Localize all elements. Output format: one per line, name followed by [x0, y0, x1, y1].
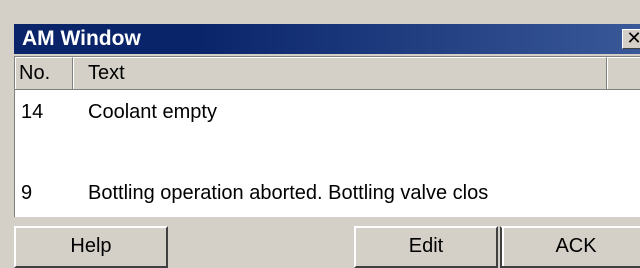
alarm-list[interactable]: No. Text 14 Coolant empty 9 Bottling ope… [14, 56, 640, 217]
ack-button[interactable]: ACK [500, 226, 640, 268]
title-bar[interactable]: AM Window ✕ [14, 24, 640, 54]
title-bar-gradient [194, 24, 640, 54]
row-number: 9 [21, 182, 33, 204]
row-text: Coolant empty [88, 101, 217, 123]
table-row[interactable]: 14 Coolant empty [15, 97, 640, 127]
window-title: AM Window [22, 27, 141, 50]
column-header-extra[interactable] [607, 57, 640, 89]
close-icon: ✕ [626, 28, 640, 48]
row-text: Bottling operation aborted. Bottling val… [88, 182, 489, 204]
edit-button[interactable]: Edit [354, 226, 498, 268]
table-row[interactable]: 9 Bottling operation aborted. Bottling v… [15, 178, 640, 208]
am-window: AM Window ✕ No. Text 14 Coolant empty 9 … [12, 21, 640, 268]
close-button[interactable]: ✕ [622, 29, 640, 49]
column-header-no[interactable]: No. [15, 57, 73, 89]
help-button[interactable]: Help [14, 226, 168, 268]
list-header: No. Text [15, 57, 640, 90]
column-header-text[interactable]: Text [73, 57, 607, 89]
row-number: 14 [21, 101, 44, 123]
